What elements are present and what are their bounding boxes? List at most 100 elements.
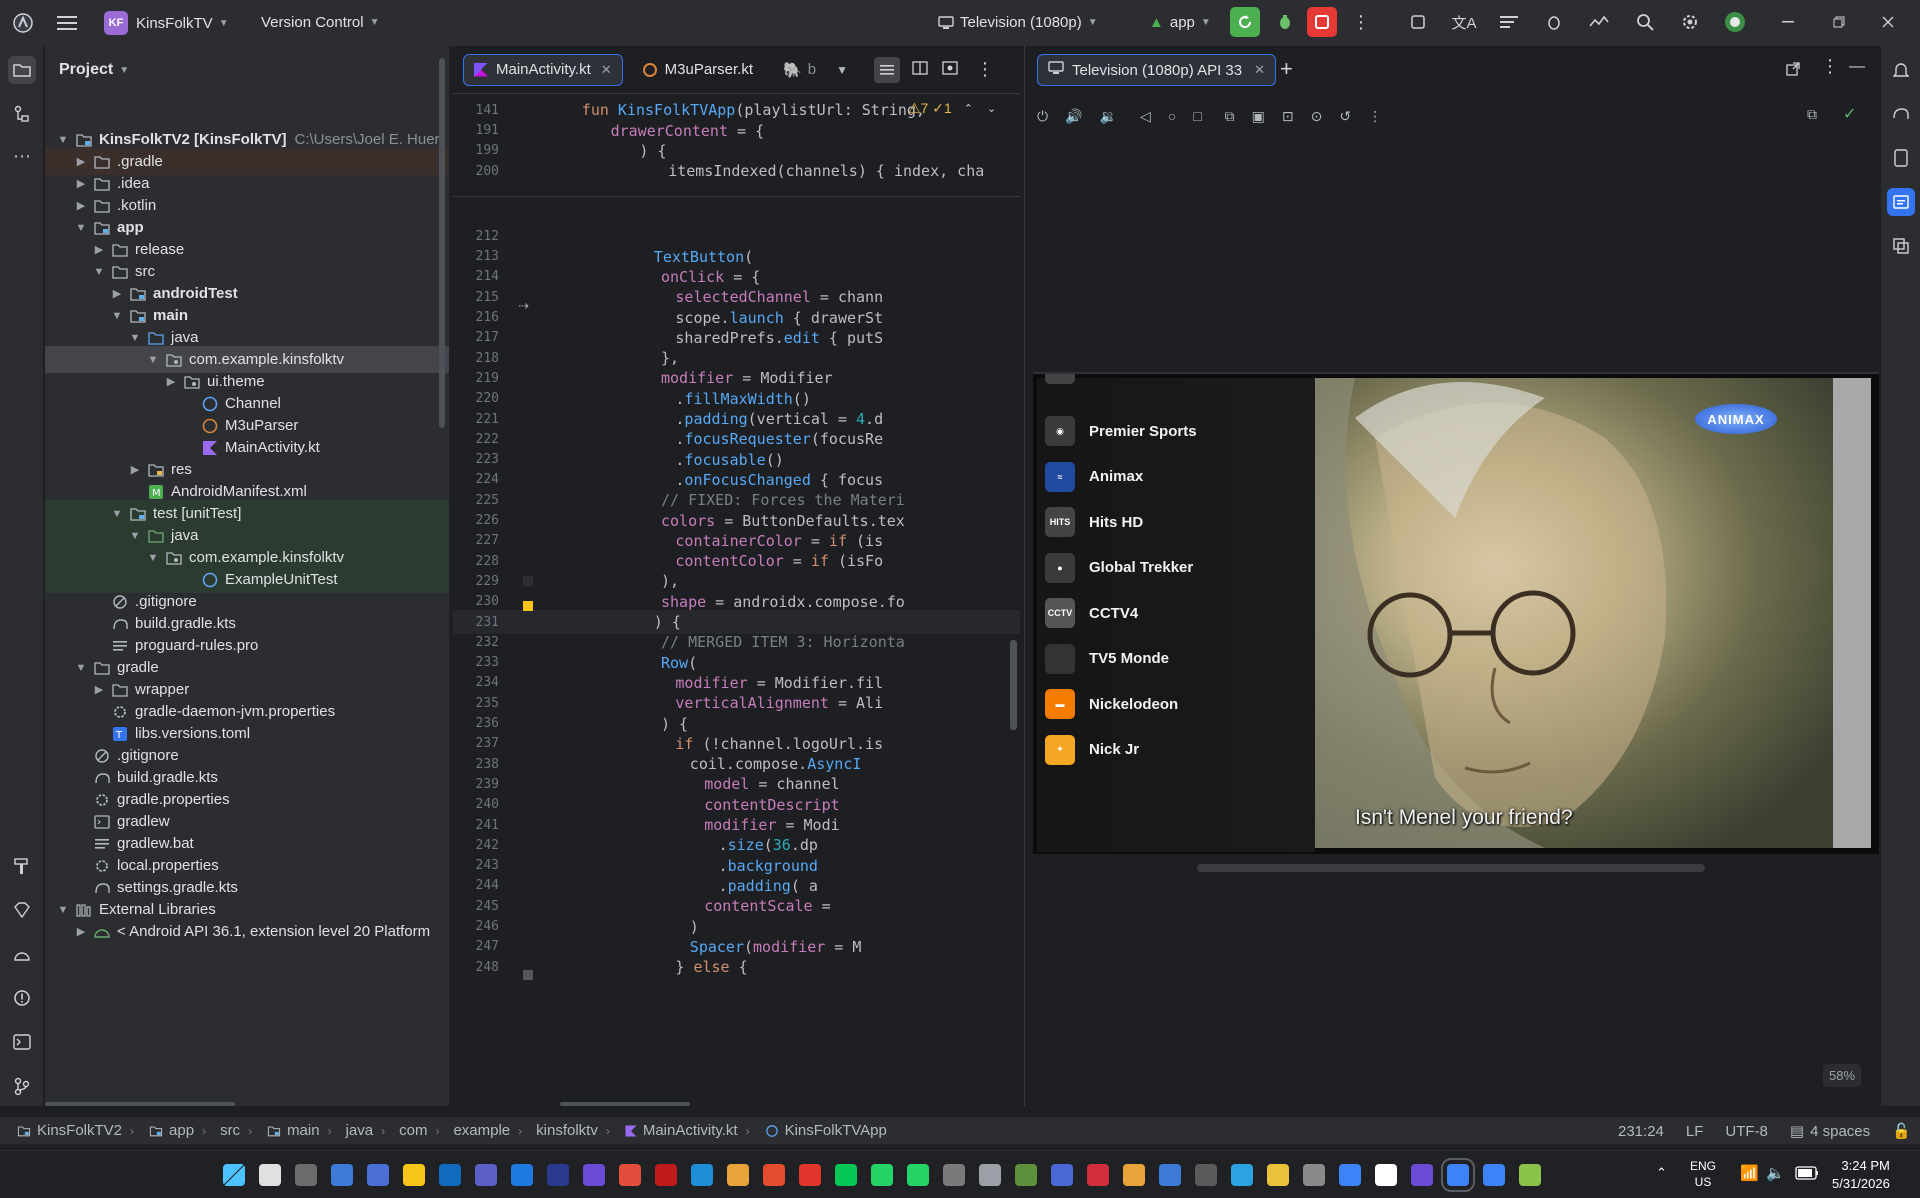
channel-item[interactable]: ≈ Animax [1045, 458, 1143, 496]
settings-gear-icon[interactable] [1675, 7, 1705, 37]
tab-mainactivity[interactable]: MainActivity.kt ✕ [463, 53, 623, 86]
app-icon[interactable] [1519, 1164, 1541, 1186]
breadcrumb-item[interactable]: kinsfolktv [536, 1122, 598, 1139]
open-external-icon[interactable] [1786, 62, 1800, 80]
restore-window-icon[interactable] [1824, 7, 1854, 37]
channel-item[interactable]: HITS Hits HD [1045, 503, 1143, 541]
app-icon[interactable] [619, 1164, 641, 1186]
color-swatch[interactable] [523, 601, 533, 611]
editor-h-scrollbar[interactable] [560, 1102, 690, 1106]
cursor-position[interactable]: 231:24 [1618, 1123, 1664, 1140]
breadcrumb-item[interactable]: src [220, 1122, 240, 1139]
code-line[interactable]: 248} else { [453, 955, 1020, 980]
task-view-icon[interactable] [295, 1164, 317, 1186]
app-icon[interactable] [1015, 1164, 1037, 1186]
profiler-icon[interactable] [1584, 7, 1614, 37]
chevron-right-icon[interactable]: ▶ [163, 375, 179, 388]
add-device-icon[interactable]: + [1280, 56, 1293, 82]
project-selector[interactable]: KF KinsFolkTV ▼ [104, 11, 229, 35]
app-icon[interactable] [1375, 1164, 1397, 1186]
app-icon[interactable] [1303, 1164, 1325, 1186]
chevron-down-icon[interactable]: ▼ [73, 662, 89, 674]
tab-overflow-chevron-icon[interactable]: ▼ [836, 63, 848, 77]
edge-icon[interactable] [691, 1164, 713, 1186]
chevron-down-icon[interactable]: ▼ [127, 332, 143, 344]
volume-down-icon[interactable]: 🔉 [1100, 108, 1117, 125]
channel-item[interactable]: ● Global Trekker [1045, 549, 1193, 587]
chevron-up-icon[interactable]: ⌃ [964, 102, 973, 115]
language-indicator[interactable]: ENG US [1690, 1158, 1716, 1190]
project-folder-icon[interactable] [8, 56, 36, 84]
chevron-down-icon[interactable]: ▼ [55, 904, 71, 916]
emulator-h-scrollbar[interactable] [1197, 864, 1705, 872]
vscode-icon[interactable] [1159, 1164, 1181, 1186]
color-swatch[interactable] [523, 970, 533, 980]
start-icon[interactable] [223, 1164, 245, 1186]
channel-item[interactable]: ✦ Nick Jr [1045, 731, 1139, 769]
running-devices-icon[interactable] [1887, 188, 1915, 216]
chevron-right-icon[interactable]: ▶ [91, 683, 107, 696]
chevron-right-icon[interactable]: ▶ [127, 463, 143, 476]
close-window-icon[interactable] [1873, 7, 1903, 37]
channel-item[interactable]: ◉ Premier Sports [1045, 412, 1197, 450]
chevron-right-icon[interactable]: ▶ [73, 177, 89, 190]
app-icon[interactable] [907, 1164, 929, 1186]
teams-icon[interactable] [475, 1164, 497, 1186]
more-actions-icon[interactable]: ⋮ [1346, 7, 1376, 37]
debug-icon[interactable] [1270, 7, 1300, 37]
tree-scrollbar[interactable] [439, 58, 445, 428]
overview-icon[interactable]: □ [1193, 108, 1201, 124]
breadcrumb-item[interactable]: com [399, 1122, 427, 1139]
file-encoding[interactable]: UTF-8 [1725, 1123, 1768, 1140]
android-robot-icon[interactable] [8, 940, 36, 968]
minimize-window-icon[interactable] [1773, 7, 1803, 37]
more-tools-icon[interactable]: ⋯ [8, 142, 36, 170]
layout-inspector-icon[interactable] [1494, 7, 1524, 37]
emulator-screen[interactable]: ANIMAX Isn't Menel your friend? ◉ Premier… [1033, 372, 1879, 854]
breadcrumb-item[interactable]: MainActivity.kt [624, 1122, 738, 1139]
tree-item[interactable]: ▶ < Android API 36.1, extension level 20 … [45, 918, 449, 945]
search-icon[interactable] [1630, 7, 1660, 37]
channel-item-partial[interactable] [1045, 374, 1075, 384]
stop-button[interactable] [1307, 7, 1337, 37]
channel-item[interactable]: CCTV CCTV4 [1045, 594, 1138, 632]
back-icon[interactable]: ◁ [1140, 108, 1151, 125]
breadcrumb-item[interactable]: app [148, 1122, 194, 1139]
design-view-icon[interactable] [942, 60, 958, 79]
project-panel-header[interactable]: Project ▼ [45, 46, 449, 94]
chevron-right-icon[interactable]: ▶ [91, 243, 107, 256]
screenshot-icon[interactable]: ⊡ [1282, 108, 1294, 125]
app-icon[interactable] [1087, 1164, 1109, 1186]
video-player[interactable]: ANIMAX Isn't Menel your friend? [1315, 378, 1833, 848]
chrome-icon[interactable] [727, 1164, 749, 1186]
run-config-selector[interactable]: ▲ app ▼ [1149, 14, 1211, 31]
terminal-icon[interactable] [8, 1028, 36, 1056]
chevron-down-icon[interactable]: ▼ [109, 310, 125, 322]
app-icon[interactable] [331, 1164, 353, 1186]
breadcrumb-item[interactable]: java [346, 1122, 374, 1139]
app-icon[interactable] [1051, 1164, 1073, 1186]
indent-setting[interactable]: ▤ 4 spaces [1790, 1122, 1870, 1141]
app-icon[interactable] [1339, 1164, 1361, 1186]
app-icon[interactable] [655, 1164, 677, 1186]
editor-v-scrollbar[interactable] [1010, 640, 1017, 730]
snapshot-icon[interactable]: ⧉ [1225, 108, 1235, 125]
app-icon[interactable] [799, 1164, 821, 1186]
app-icon[interactable] [367, 1164, 389, 1186]
channel-item[interactable]: ▬ Nickelodeon [1045, 685, 1178, 723]
device-selector[interactable]: Television (1080p) ▼ [938, 14, 1098, 31]
app-icon[interactable] [979, 1164, 1001, 1186]
version-control-menu[interactable]: Version Control ▼ [261, 14, 379, 31]
close-tab-icon[interactable]: ✕ [601, 62, 612, 78]
git-branch-icon[interactable] [8, 1072, 36, 1100]
sticky-line[interactable]: 200 itemsIndexed(channels) { index, cha [453, 159, 1020, 184]
tab-build[interactable]: 🐘 b [773, 54, 826, 86]
power-icon[interactable]: ⏻ [1037, 108, 1048, 125]
chevron-down-icon[interactable]: ▼ [55, 134, 71, 146]
gutter-arrow-icon[interactable]: ⇢ [518, 298, 529, 314]
gem-icon[interactable] [8, 896, 36, 924]
close-tab-icon[interactable]: ✕ [1254, 62, 1265, 78]
notifications-bell-icon[interactable] [1887, 56, 1915, 84]
avatar[interactable] [1720, 7, 1750, 37]
clock[interactable]: 3:24 PM 5/31/2026 [1832, 1157, 1890, 1193]
